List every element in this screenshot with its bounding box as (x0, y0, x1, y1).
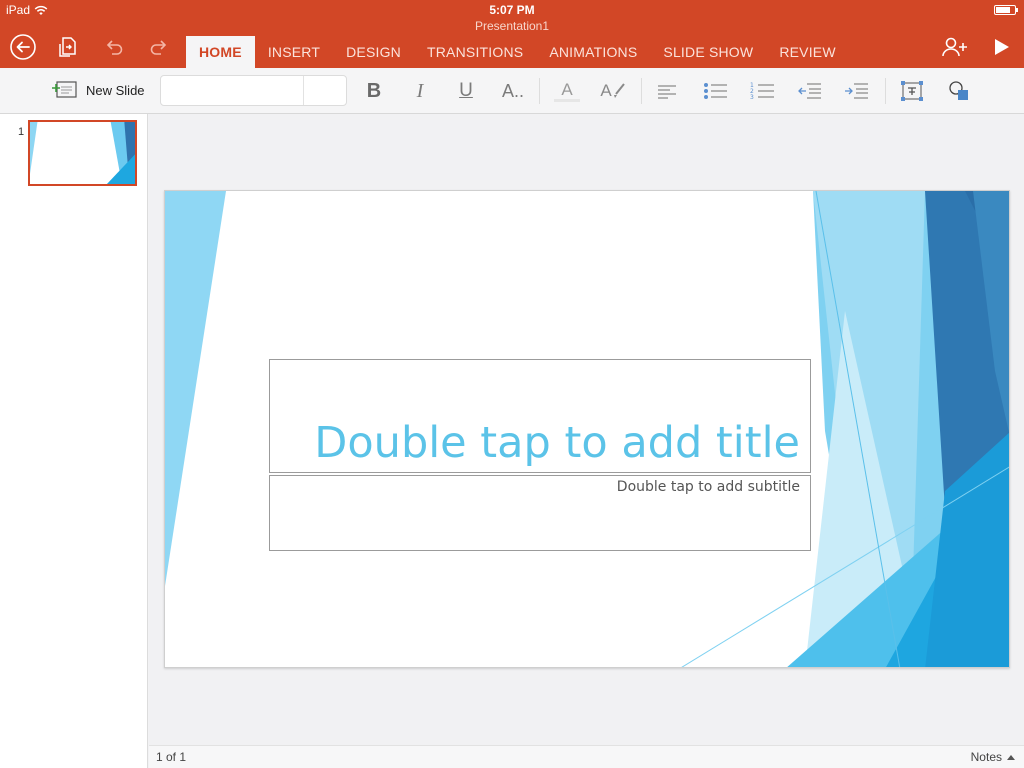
shapes-button[interactable] (945, 78, 973, 104)
slide[interactable]: Double tap to add title Double tap to ad… (164, 190, 1010, 668)
brush-icon (613, 83, 625, 98)
new-slide-icon (52, 81, 77, 98)
align-left-icon (658, 85, 676, 99)
slide-count: 1 of 1 (156, 750, 187, 764)
battery-icon (994, 5, 1018, 15)
caret-up-icon (1007, 755, 1015, 760)
underline-button[interactable]: U (452, 78, 480, 104)
back-button[interactable] (9, 33, 37, 61)
bold-button[interactable]: B (360, 78, 388, 104)
play-icon (995, 39, 1009, 55)
numbered-list-icon: 1 2 3 (750, 82, 774, 101)
text-box-icon (901, 81, 923, 101)
share-button[interactable] (941, 33, 969, 61)
ribbon-separator (885, 78, 886, 104)
numbering-button[interactable]: 1 2 3 (749, 78, 777, 104)
bullet-list-icon (704, 83, 727, 99)
new-slide-label: New Slide (86, 82, 145, 98)
ribbon-separator (539, 78, 540, 104)
ribbon-tabs: HOME INSERT DESIGN TRANSITIONS ANIMATION… (186, 36, 849, 68)
play-slideshow-button[interactable] (987, 33, 1015, 61)
title-placeholder[interactable]: Double tap to add title (269, 359, 811, 473)
slide-thumbnail[interactable] (28, 120, 137, 186)
svg-text:3: 3 (750, 94, 754, 101)
align-left-button[interactable] (653, 78, 681, 104)
title-placeholder-text: Double tap to add title (314, 418, 800, 468)
redo-icon (150, 40, 167, 55)
tab-design[interactable]: DESIGN (333, 36, 414, 68)
more-formatting-button[interactable]: A.. (498, 78, 528, 104)
tab-review[interactable]: REVIEW (766, 36, 848, 68)
tab-home[interactable]: HOME (186, 36, 255, 68)
font-color-swatch (554, 98, 580, 102)
document-title: Presentation1 (474, 19, 550, 33)
tab-transitions[interactable]: TRANSITIONS (414, 36, 536, 68)
new-slide-button[interactable]: New Slide (52, 80, 145, 100)
notes-label: Notes (970, 750, 1002, 764)
increase-indent-icon (845, 83, 868, 99)
status-time: 5:07 PM (489, 3, 535, 17)
text-box-button[interactable] (898, 78, 926, 104)
thumbnail-preview (30, 122, 135, 184)
font-selector[interactable] (160, 75, 347, 106)
font-box-divider (303, 76, 304, 105)
title-bar: iPad 5:07 PM Presentation1 HOME INSERT D… (0, 0, 1024, 68)
add-person-icon (942, 37, 967, 57)
increase-indent-button[interactable] (843, 78, 871, 104)
subtitle-placeholder-text: Double tap to add subtitle (616, 479, 800, 495)
decrease-indent-button[interactable] (796, 78, 824, 104)
redo-button[interactable] (145, 33, 173, 61)
font-color-button[interactable]: A (552, 78, 582, 104)
italic-button[interactable]: I (406, 78, 434, 104)
notes-button[interactable]: Notes (971, 750, 1016, 764)
font-color-glyph: A (561, 79, 573, 99)
slide-thumbnail-pane: 1 (0, 114, 148, 768)
tab-insert[interactable]: INSERT (255, 36, 333, 68)
file-icon (59, 37, 76, 57)
tab-slide-show[interactable]: SLIDE SHOW (650, 36, 766, 68)
text-highlight-button[interactable]: A (598, 78, 628, 104)
decrease-indent-icon (798, 83, 821, 99)
ribbon-separator (641, 78, 642, 104)
status-bar: 1 of 1 Notes (149, 745, 1024, 768)
tab-animations[interactable]: ANIMATIONS (536, 36, 650, 68)
shapes-icon (949, 81, 968, 100)
back-icon (10, 34, 36, 60)
undo-icon (106, 40, 123, 55)
file-button[interactable] (54, 33, 82, 61)
undo-button[interactable] (100, 33, 128, 61)
highlight-glyph: A (600, 81, 612, 100)
subtitle-placeholder[interactable]: Double tap to add subtitle (269, 475, 811, 551)
home-ribbon: New Slide B I U A.. A A 1 2 3 (0, 68, 1024, 114)
thumbnail-number: 1 (18, 126, 25, 138)
bullets-button[interactable] (702, 78, 730, 104)
